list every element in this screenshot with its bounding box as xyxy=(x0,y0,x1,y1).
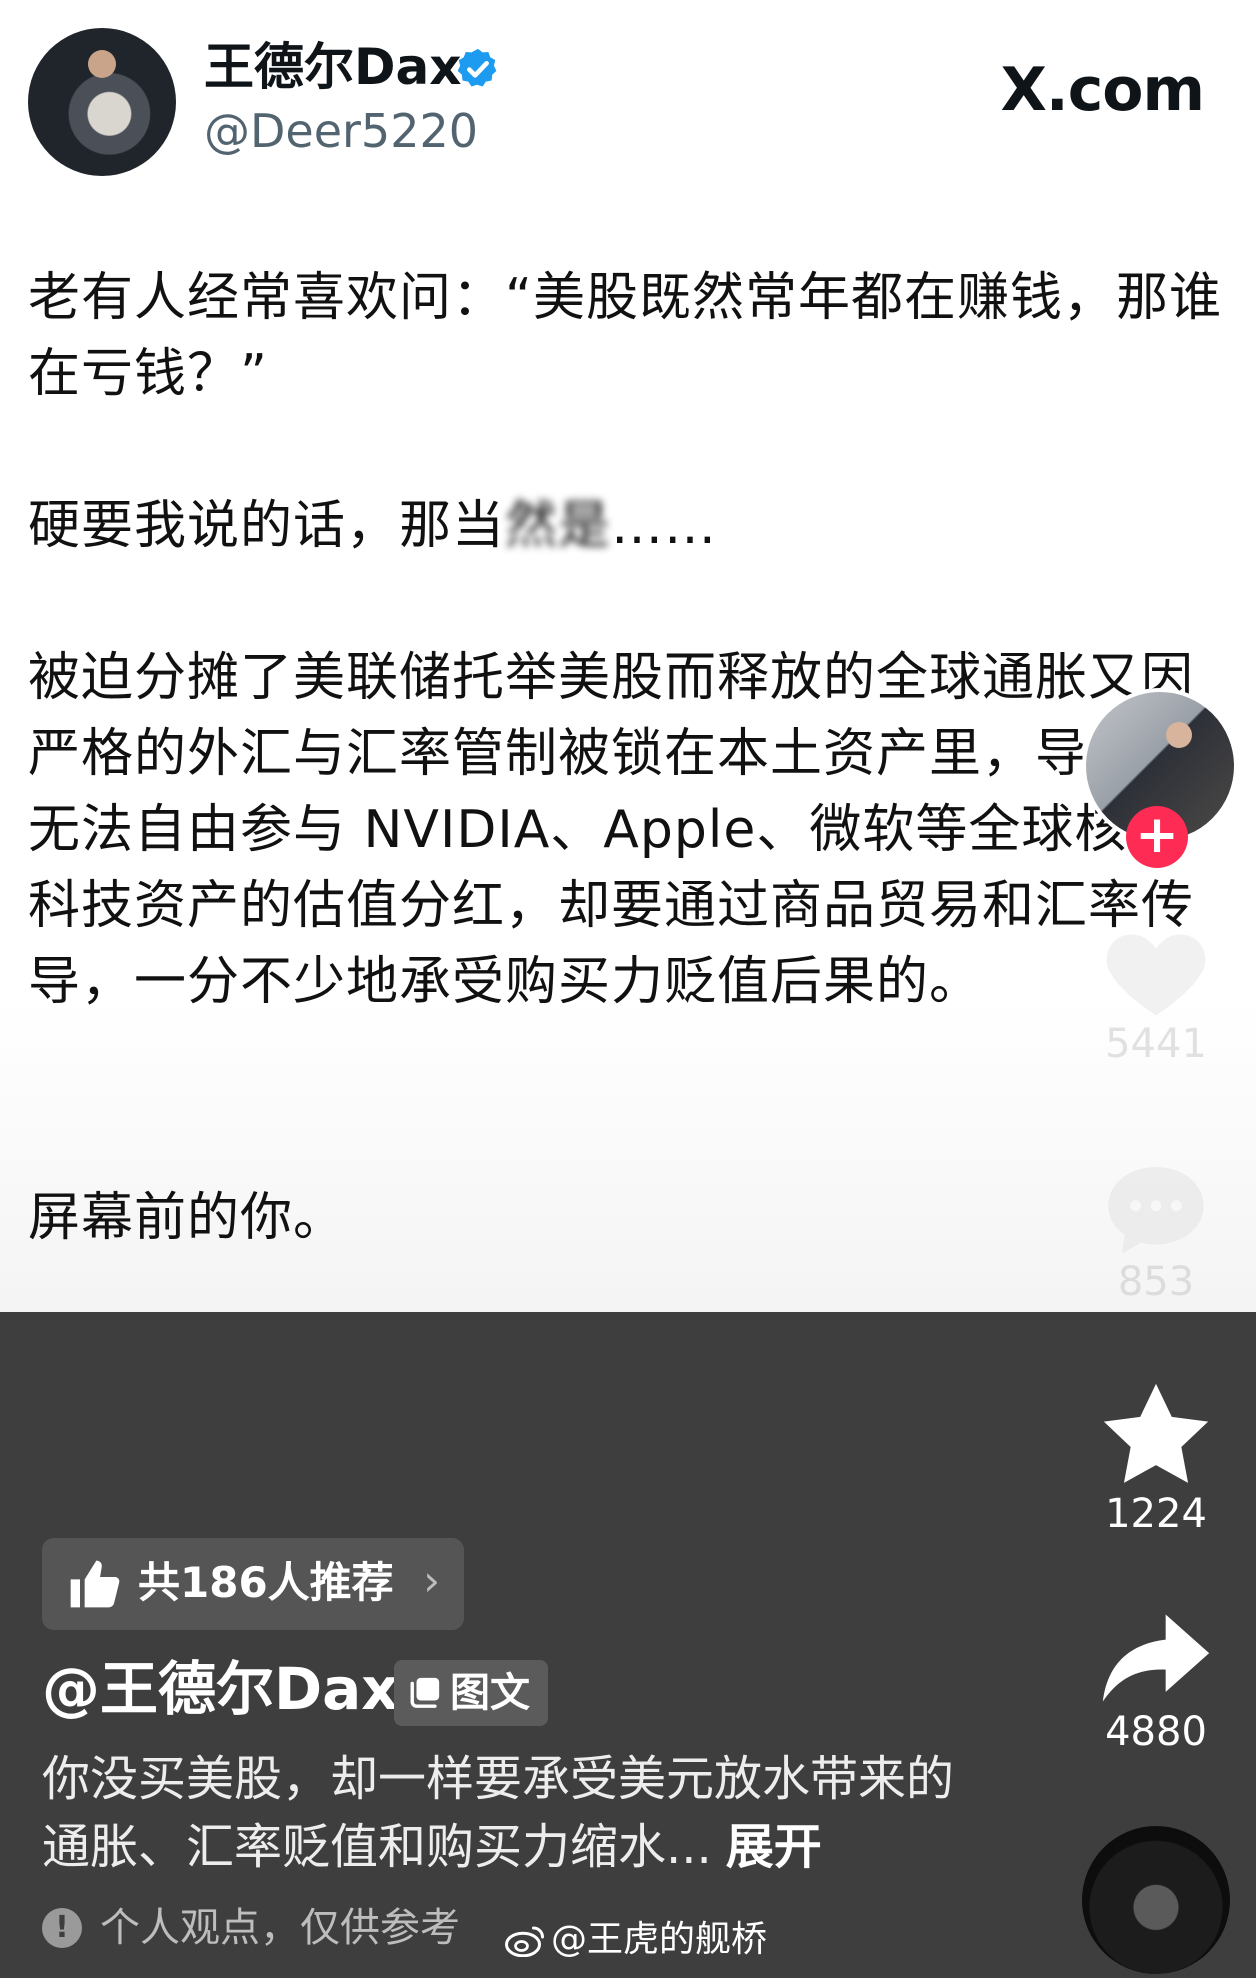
tweet-paragraph-3: 被迫分摊了美联储托举美股而释放的全球通胀又因严格的外汇与汇率管制被锁在本土资产里… xyxy=(28,648,1195,1012)
favorite-button[interactable]: 1224 xyxy=(1086,1380,1226,1534)
post-type-badge: 图文 xyxy=(394,1660,548,1726)
weibo-watermark: @王虎的舰桥 xyxy=(505,1922,767,1958)
like-count: 5441 xyxy=(1105,1021,1207,1067)
follow-plus-icon[interactable]: + xyxy=(1126,806,1188,868)
weibo-logo-icon xyxy=(505,1926,544,1958)
comment-bubble-icon xyxy=(1108,1167,1204,1254)
share-arrow-icon xyxy=(1102,1614,1210,1702)
verified-badge-icon xyxy=(457,48,497,87)
share-count: 4880 xyxy=(1105,1709,1207,1755)
like-button[interactable]: 5441 xyxy=(1086,920,1226,1064)
expand-button[interactable]: 展开 xyxy=(726,1819,822,1875)
post-description: 你没买美股，却一样要承受美元放水带来的通胀、汇率贬值和购买力缩水... 展开 xyxy=(42,1751,955,1875)
recommend-button[interactable]: 共186人推荐 › xyxy=(42,1538,464,1630)
comment-count: 853 xyxy=(1117,1259,1195,1305)
blurred-text: 然是 xyxy=(505,496,612,556)
chevron-right-icon: › xyxy=(423,1556,440,1605)
favorite-count: 1224 xyxy=(1105,1491,1207,1537)
tweet-screenshot: 王德尔Dax @Deer5220 X.com 老有人经常喜欢问：“美股既然常年都… xyxy=(0,0,1256,1312)
share-button[interactable]: 4880 xyxy=(1086,1608,1226,1752)
disclaimer: ! 个人观点，仅供参考 xyxy=(42,1908,460,1948)
music-disc-avatar[interactable] xyxy=(1082,1826,1230,1974)
tweet-paragraph-1: 老有人经常喜欢问：“美股既然常年都在赚钱，那谁在亏钱？” xyxy=(28,268,1222,404)
info-icon: ! xyxy=(42,1908,82,1948)
tweet-paragraph-4: 屏幕前的你。 xyxy=(28,1188,347,1248)
comment-button[interactable]: 853 xyxy=(1086,1158,1226,1302)
x-com-logo: X.com xyxy=(1000,55,1205,125)
tweet-author-name: 王德尔Dax xyxy=(204,38,462,96)
thumbs-up-icon xyxy=(70,1560,120,1608)
tweet-paragraph-2: 硬要我说的话，那当然是…… xyxy=(28,496,718,556)
heart-icon xyxy=(1106,934,1206,1016)
tweet-author-handle: @Deer5220 xyxy=(204,104,479,158)
star-icon xyxy=(1103,1383,1209,1483)
gallery-icon xyxy=(410,1677,440,1708)
author-name[interactable]: @王德尔Dax xyxy=(42,1660,399,1718)
tweet-author-avatar xyxy=(28,28,176,176)
recommend-label: 共186人推荐 xyxy=(138,1558,394,1607)
